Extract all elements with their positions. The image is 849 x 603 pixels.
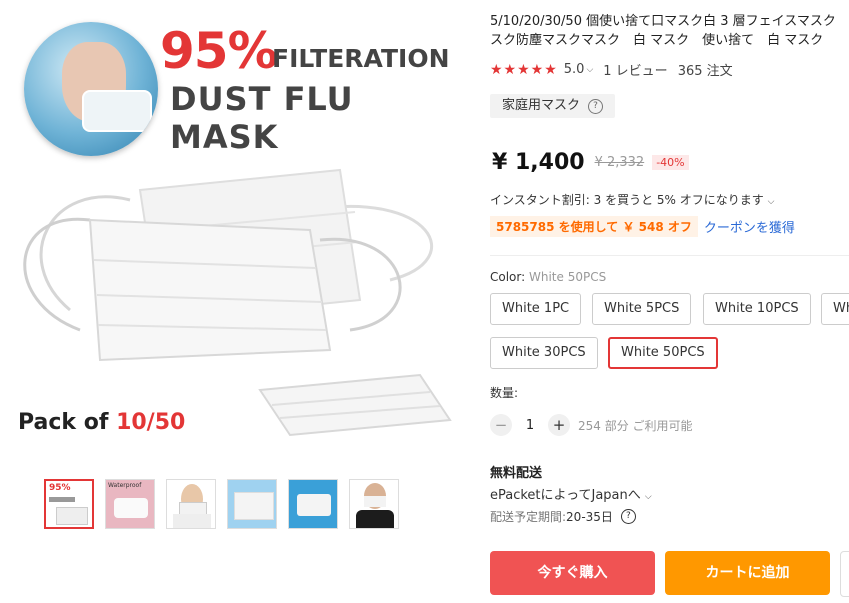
wishlist-button[interactable]: [840, 551, 849, 597]
help-icon[interactable]: ?: [588, 98, 604, 114]
category-tag-label: 家庭用マスク: [502, 98, 581, 113]
shipping-eta: 配送予定期間: 20-35日 ?: [490, 508, 636, 525]
variant-option-white-20pcs-partial[interactable]: Wh: [821, 293, 849, 325]
pack-size-label: Pack of 10/50: [18, 410, 185, 435]
price-row: ¥ 1,400 ¥ 2,332 -40%: [492, 150, 689, 175]
original-price: ¥ 2,332: [594, 155, 645, 170]
help-icon[interactable]: ?: [620, 509, 636, 524]
add-to-cart-button[interactable]: カートに追加: [665, 551, 830, 595]
shipping-eta-label: 配送予定期間:: [490, 510, 567, 524]
variant-option-white-10pcs[interactable]: White 10PCS: [703, 293, 811, 325]
mask-illustration: [23, 168, 452, 437]
thumbnail-6[interactable]: [349, 479, 399, 529]
variant-option-white-30pcs[interactable]: White 30PCS: [490, 337, 598, 369]
coupon-row: 5785785 を使用して ￥ 548 オフ クーポンを獲得: [490, 216, 795, 237]
main-product-image[interactable]: 95% FILTERATION DUST FLU MASK Pack of 10…: [0, 0, 470, 465]
product-title-line-2: スク防塵マスクマスク 白 マスク 使い捨て 白 マスク: [490, 33, 824, 48]
star-rating-icon: ★★★★★: [490, 61, 558, 78]
thumbnail-strip: 95% Waterproof: [44, 479, 399, 529]
variant-option-white-1pc[interactable]: White 1PC: [490, 293, 582, 325]
instant-discount-text: インスタント割引: 3 を買うと 5% オフになります: [490, 193, 764, 207]
quantity-value[interactable]: 1: [512, 418, 548, 433]
variant-option-white-50pcs[interactable]: White 50PCS: [608, 337, 718, 369]
color-selected-value: White 50PCS: [528, 270, 607, 284]
pack-prefix: Pack of: [18, 410, 117, 435]
rating-row: ★★★★★ 5.0 ⌵ 1 レビュー 365 注文: [490, 60, 733, 80]
thumbnail-2[interactable]: Waterproof: [105, 479, 155, 529]
thumbnail-5[interactable]: [288, 479, 338, 529]
variant-option-white-5pcs[interactable]: White 5PCS: [592, 293, 692, 325]
thumbnail-1[interactable]: 95%: [44, 479, 94, 529]
color-label-prefix: Color:: [490, 270, 529, 284]
thumb-2-text: Waterproof: [108, 482, 142, 489]
thumb-1-text: 95%: [49, 483, 71, 493]
rating-value[interactable]: 5.0: [564, 62, 585, 77]
shipping-eta-value: 20-35日: [566, 510, 613, 524]
pack-count: 10/50: [116, 410, 186, 435]
decrease-quantity-button[interactable]: −: [490, 414, 512, 436]
product-title: 5/10/20/30/50 個使い捨て口マスク白 3 層フェイスマスク スク防塵…: [490, 12, 849, 50]
stock-available: 254 部分 ご利用可能: [578, 418, 693, 433]
chevron-down-icon: ⌵: [767, 197, 775, 207]
discount-badge: -40%: [652, 155, 689, 170]
category-tag[interactable]: 家庭用マスク ?: [490, 94, 616, 118]
get-coupon-link[interactable]: クーポンを獲得: [704, 217, 795, 236]
increase-quantity-button[interactable]: +: [548, 414, 570, 436]
quantity-label: 数量:: [490, 386, 519, 400]
shipping-method-text: ePacketによってJapanへ: [490, 488, 641, 503]
coupon-code: 5785785 を使用して ￥ 548 オフ: [490, 216, 698, 237]
product-title-line-1: 5/10/20/30/50 個使い捨て口マスク白 3 層フェイスマスク: [490, 14, 836, 29]
color-label: Color: White 50PCS: [490, 270, 606, 284]
thumbnail-3[interactable]: [166, 479, 216, 529]
buy-now-button[interactable]: 今すぐ購入: [490, 551, 655, 595]
current-price: ¥ 1,400: [492, 150, 585, 175]
doctor-mask-photo: [24, 22, 158, 156]
review-count[interactable]: 1 レビュー: [603, 60, 667, 79]
banner-filtration: FILTERATION: [272, 44, 450, 73]
instant-discount[interactable]: インスタント割引: 3 を買うと 5% オフになります ⌵: [490, 191, 774, 208]
banner-percent: 95%: [160, 22, 278, 80]
quantity-stepper: − 1 + 254 部分 ご利用可能: [490, 414, 693, 436]
chevron-down-icon: ⌵: [644, 492, 652, 502]
order-count: 365 注文: [677, 64, 733, 79]
banner-product-name: DUST FLU MASK: [170, 80, 354, 156]
divider: [490, 255, 849, 256]
chevron-down-icon[interactable]: ⌵: [586, 65, 593, 75]
thumbnail-4[interactable]: [227, 479, 277, 529]
shipping-title: 無料配送: [490, 466, 543, 481]
shipping-method[interactable]: ePacketによってJapanへ ⌵: [490, 484, 652, 503]
